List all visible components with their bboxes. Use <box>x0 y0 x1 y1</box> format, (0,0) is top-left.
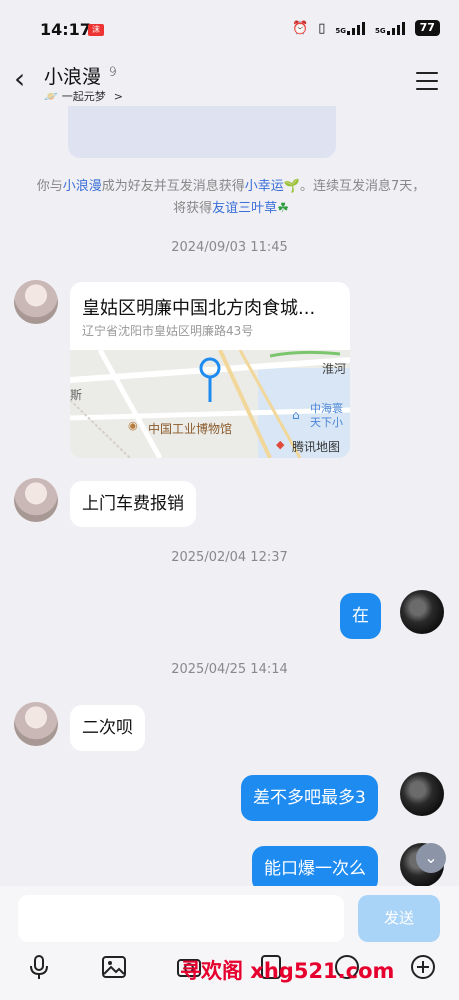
map-label-left: 斯 <box>70 388 83 402</box>
museum-icon: ◉ <box>128 419 138 432</box>
alarm-icon: ⏰ <box>292 20 309 36</box>
ear-icon: 𝟿 <box>108 64 117 80</box>
friendship-notice: 你与小浪漫成为好友并互发消息获得小幸运🌱。连续互发消息7天，将获得友谊三叶草☘ <box>36 179 426 216</box>
home-icon: ⌂ <box>292 408 300 422</box>
location-message[interactable]: 皇姑区明廉中国北方肉食城... 辽宁省沈阳市皇姑区明廉路43号 斯 淮河 ⌂ 中… <box>70 282 350 458</box>
previous-card-bottom <box>68 106 336 158</box>
signal-2: 5G <box>375 21 405 35</box>
map-label-museum: 中国工业博物馆 <box>148 422 233 436</box>
tencent-map-logo-icon: ◆ <box>276 438 285 451</box>
location-address: 辽宁省沈阳市皇姑区明廉路43号 <box>82 324 254 338</box>
message-timestamp: 2024/09/03 11:45 <box>171 240 288 255</box>
vibrate-icon: ▯ <box>318 20 326 36</box>
microphone-icon[interactable] <box>26 954 52 980</box>
my-avatar[interactable] <box>400 590 444 634</box>
map-label-river: 淮河 <box>322 362 347 376</box>
lucky-badge-link[interactable]: 小幸运 <box>245 179 284 194</box>
sprout-icon: 🌱 <box>283 179 300 194</box>
location-title: 皇姑区明廉中国北方肉食城... <box>82 298 316 319</box>
send-button[interactable]: 发送 <box>358 895 440 942</box>
status-time: 14:17 <box>40 20 91 39</box>
menu-icon[interactable] <box>416 72 438 96</box>
battery-level: 77 <box>414 20 440 36</box>
image-icon[interactable] <box>101 954 127 980</box>
my-avatar[interactable] <box>400 772 444 816</box>
watermark-text: 寻欢阁 xhg521.com <box>180 959 395 983</box>
contact-avatar[interactable] <box>14 702 58 746</box>
message-bubble-left[interactable]: 二次呗 <box>70 705 145 751</box>
message-timestamp: 2025/02/04 12:37 <box>171 550 288 565</box>
chat-header: ‹ 小浪漫 𝟿 🪐 一起元梦 > <box>0 58 459 108</box>
back-arrow-icon[interactable]: ‹ <box>14 64 25 94</box>
plus-icon[interactable] <box>410 954 436 980</box>
scroll-down-chevron-icon[interactable]: ⌄ <box>416 843 446 873</box>
contact-status[interactable]: 🪐 一起元梦 > <box>44 88 123 104</box>
map-brand: 腾讯地图 <box>292 440 341 454</box>
clover-icon: ☘ <box>277 201 289 216</box>
status-text: 一起元梦 <box>61 90 106 103</box>
clover-badge-link[interactable]: 友谊三叶草 <box>212 201 277 216</box>
map-label-poi-2: 天下小 <box>310 416 343 429</box>
status-bar: 14:17 沫 ⏰ ▯ 5G 5G 77 <box>0 0 459 58</box>
contact-avatar[interactable] <box>14 280 58 324</box>
planet-icon: 🪐 <box>44 89 58 103</box>
message-bubble-right[interactable]: 在 <box>340 593 381 639</box>
status-icons: ⏰ ▯ 5G 5G 77 <box>292 20 440 36</box>
message-bubble-left[interactable]: 上门车费报销 <box>70 481 196 527</box>
message-bubble-right[interactable]: 差不多吧最多3 <box>241 775 378 821</box>
contact-name[interactable]: 小浪漫 <box>44 62 101 89</box>
signal-1: 5G <box>335 21 365 35</box>
message-input[interactable] <box>18 895 344 942</box>
message-timestamp: 2025/04/25 14:14 <box>171 662 288 677</box>
notification-app-icon: 沫 <box>88 24 104 36</box>
location-map[interactable]: 斯 淮河 ⌂ 中海寰 天下小 ◉ 中国工业博物馆 ◆ 腾讯地图 <box>70 348 350 458</box>
notice-contact-link[interactable]: 小浪漫 <box>63 179 102 194</box>
chevron-right-icon: > <box>113 89 123 103</box>
contact-avatar[interactable] <box>14 478 58 522</box>
